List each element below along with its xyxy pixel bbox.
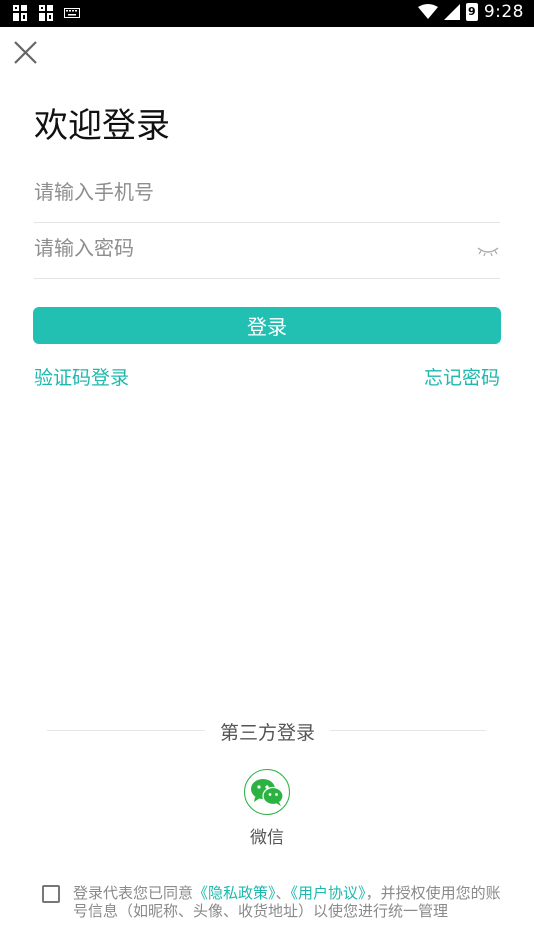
battery-icon: 9	[465, 3, 478, 21]
agreement-checkbox[interactable]	[42, 885, 60, 903]
status-left-icons	[12, 4, 80, 22]
agreement-prefix: 登录代表您已同意	[73, 884, 194, 902]
sms-login-link[interactable]: 验证码登录	[34, 363, 129, 390]
notification-icon	[39, 5, 53, 21]
privacy-policy-link[interactable]: 《隐私政策》	[193, 884, 276, 902]
divider-left	[47, 730, 205, 731]
login-button[interactable]: 登录	[33, 307, 501, 344]
divider-right	[330, 730, 486, 731]
page-title: 欢迎登录	[34, 106, 170, 146]
status-right-icons: 9 9:28	[417, 2, 524, 22]
close-icon	[14, 41, 37, 64]
user-agreement-link[interactable]: 《用户协议》	[291, 884, 366, 902]
forgot-password-link[interactable]: 忘记密码	[424, 363, 500, 390]
agreement-text: 登录代表您已同意《隐私政策》、《用户协议》，并授权使用您的账号信息（如昵称、头像…	[73, 884, 505, 920]
signal-icon	[443, 4, 460, 20]
close-button[interactable]	[10, 37, 42, 69]
third-party-label: 第三方登录	[219, 722, 315, 744]
password-input[interactable]	[34, 228, 454, 268]
notification-icon	[13, 5, 27, 21]
keyboard-icon	[64, 8, 80, 18]
wechat-login-button[interactable]	[244, 769, 290, 815]
agreement-separator: 、	[275, 884, 291, 902]
clock-time: 9:28	[483, 2, 524, 22]
password-visibility-toggle[interactable]	[476, 240, 500, 260]
wechat-icon	[251, 779, 284, 806]
password-field-row	[34, 228, 500, 279]
phone-field-row	[34, 172, 500, 223]
eye-closed-icon	[477, 247, 499, 257]
phone-input[interactable]	[34, 172, 454, 212]
wifi-icon	[417, 4, 438, 19]
wechat-label: 微信	[250, 828, 284, 848]
status-bar: 9 9:28	[0, 0, 534, 27]
